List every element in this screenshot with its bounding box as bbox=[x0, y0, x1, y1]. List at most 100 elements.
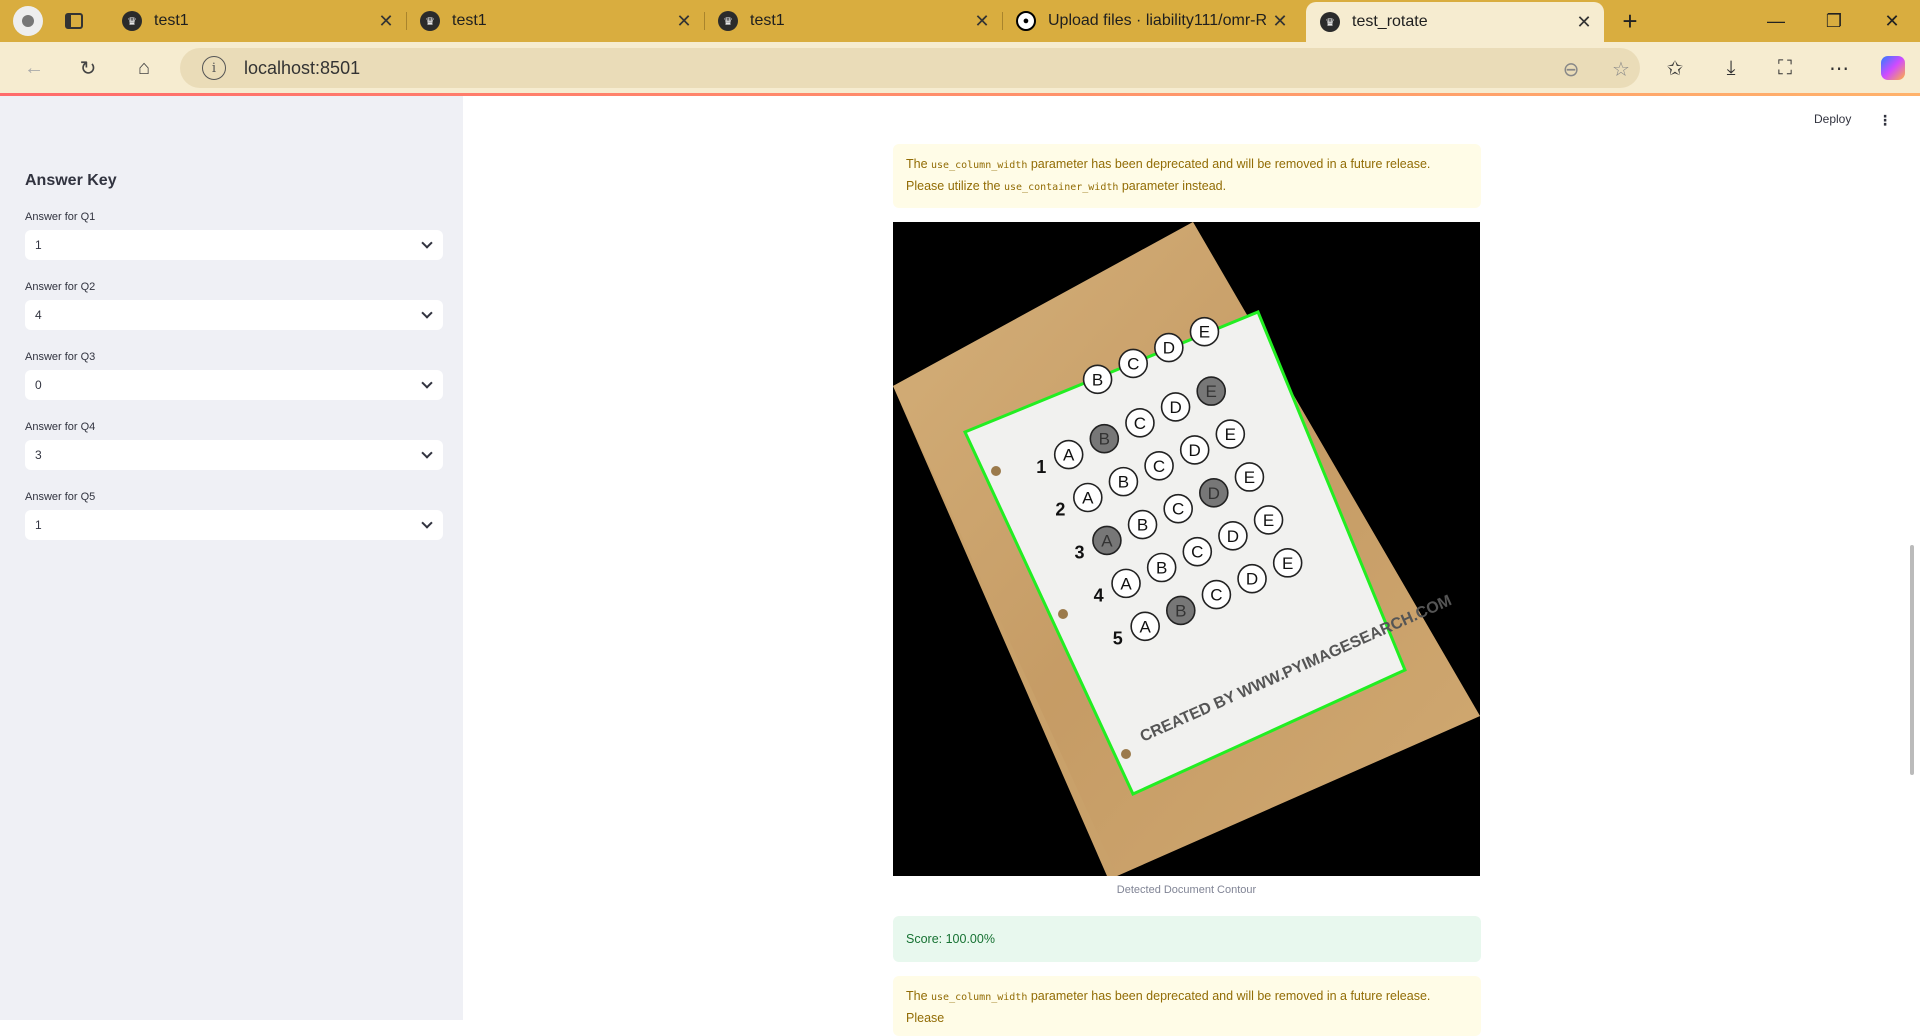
github-icon: ● bbox=[1016, 11, 1036, 31]
warning-text: The bbox=[906, 157, 932, 171]
url-text[interactable]: localhost:8501 bbox=[244, 58, 360, 79]
close-icon[interactable]: ✕ bbox=[1570, 12, 1598, 33]
q4-value: 3 bbox=[35, 448, 42, 462]
bubble-letter: C bbox=[1134, 414, 1146, 433]
profile-icon[interactable] bbox=[10, 3, 46, 39]
tab-github-upload[interactable]: ● Upload files · liability111/omr-Rea ✕ bbox=[1002, 0, 1300, 42]
bubble-letter: E bbox=[1199, 323, 1210, 342]
tab-test1-2[interactable]: ♛ test1 ✕ bbox=[406, 0, 704, 42]
q5-select[interactable]: 1 bbox=[25, 510, 443, 540]
tab-test1-1[interactable]: ♛ test1 ✕ bbox=[108, 0, 406, 42]
chevron-down-icon bbox=[421, 307, 433, 319]
downloads-icon[interactable]: ⤓ bbox=[1712, 50, 1750, 86]
q2-label: Answer for Q2 bbox=[25, 281, 96, 293]
scrollbar-thumb[interactable] bbox=[1910, 545, 1914, 775]
bubble-letter: C bbox=[1172, 500, 1184, 519]
zoom-out-icon[interactable]: ⊖ bbox=[1558, 56, 1584, 82]
q3-value: 0 bbox=[35, 378, 42, 392]
q3-label: Answer for Q3 bbox=[25, 351, 96, 363]
address-bar: ← ↻ ⌂ i localhost:8501 ⊖ ☆ ✩ ⤓ ⛶ ⋯ bbox=[0, 42, 1920, 94]
copilot-icon[interactable] bbox=[1874, 50, 1912, 86]
warning-code: use_column_width bbox=[931, 160, 1028, 171]
bubble-letter: E bbox=[1263, 511, 1274, 530]
window-close-button[interactable]: ✕ bbox=[1864, 0, 1920, 42]
bubble-letter: B bbox=[1175, 601, 1186, 620]
bubble-letter: A bbox=[1082, 488, 1094, 507]
tab-title: Upload files · liability111/omr-Rea bbox=[1048, 12, 1266, 29]
chevron-down-icon bbox=[421, 377, 433, 389]
bubble-letter: D bbox=[1169, 398, 1181, 417]
warning-code: use_column_width bbox=[931, 992, 1028, 1003]
site-info-icon[interactable]: i bbox=[202, 56, 226, 80]
q4-select[interactable]: 3 bbox=[25, 440, 443, 470]
restore-button[interactable]: ❐ bbox=[1806, 0, 1862, 42]
tab-actions-icon[interactable] bbox=[56, 3, 92, 39]
minimize-button[interactable]: — bbox=[1748, 0, 1804, 42]
deploy-button[interactable]: Deploy bbox=[1814, 112, 1851, 126]
q1-select[interactable]: 1 bbox=[25, 230, 443, 260]
bubble-letter: D bbox=[1227, 527, 1239, 546]
bubble-letter: D bbox=[1246, 570, 1258, 589]
question-number: 1 bbox=[1036, 457, 1046, 477]
bubble-letter: C bbox=[1191, 543, 1203, 562]
streamlit-crown-icon: ♛ bbox=[122, 11, 142, 31]
bubble-letter: B bbox=[1118, 473, 1129, 492]
score-text: Score: 100.00% bbox=[906, 932, 995, 946]
refresh-icon[interactable]: ↻ bbox=[70, 50, 106, 86]
close-icon[interactable]: ✕ bbox=[1266, 11, 1294, 32]
q3-select[interactable]: 0 bbox=[25, 370, 443, 400]
sidebar: Answer Key Answer for Q1 1 Answer for Q2… bbox=[0, 96, 463, 1020]
bubble-letter: E bbox=[1206, 382, 1217, 401]
close-icon[interactable]: ✕ bbox=[968, 11, 996, 32]
bubble-letter: B bbox=[1092, 370, 1103, 389]
bubble-letter: B bbox=[1156, 559, 1167, 578]
chevron-down-icon bbox=[421, 447, 433, 459]
board-hole bbox=[1058, 609, 1068, 619]
warning-text: parameter instead. bbox=[1118, 179, 1227, 193]
chevron-down-icon bbox=[421, 237, 433, 249]
url-field[interactable]: i localhost:8501 ⊖ ☆ bbox=[180, 48, 1640, 88]
image-caption: Detected Document Contour bbox=[1116, 884, 1257, 896]
deprecation-warning-2: The use_column_width parameter has been … bbox=[893, 976, 1481, 1036]
tab-title: test_rotate bbox=[1352, 13, 1428, 30]
q2-value: 4 bbox=[35, 308, 42, 322]
back-icon[interactable]: ← bbox=[16, 50, 52, 86]
question-number: 5 bbox=[1113, 629, 1123, 649]
tab-bar: ♛ test1 ✕ ♛ test1 ✕ ♛ test1 ✕ ● Upload f… bbox=[0, 0, 1920, 42]
tab-title: test1 bbox=[452, 12, 487, 29]
bubble-letter: A bbox=[1063, 446, 1075, 465]
q1-label: Answer for Q1 bbox=[25, 211, 96, 223]
screenshot-icon[interactable]: ⛶ bbox=[1766, 50, 1804, 86]
contour-image: BCDE1ABCDE2ABCDE3ABCDE4ABCDE5ABCDE CREAT… bbox=[893, 222, 1480, 876]
main-menu-icon[interactable]: ⋮ bbox=[1878, 112, 1892, 129]
tab-test-rotate[interactable]: ♛ test_rotate ✕ bbox=[1306, 2, 1604, 42]
tab-test1-3[interactable]: ♛ test1 ✕ bbox=[704, 0, 1002, 42]
q5-label: Answer for Q5 bbox=[25, 491, 96, 503]
more-icon[interactable]: ⋯ bbox=[1820, 50, 1858, 86]
favorite-star-icon[interactable]: ☆ bbox=[1608, 56, 1634, 82]
home-icon[interactable]: ⌂ bbox=[126, 50, 162, 86]
bubble-letter: C bbox=[1210, 586, 1222, 605]
bubble-letter: A bbox=[1101, 531, 1113, 550]
tab-title: test1 bbox=[750, 12, 785, 29]
q2-select[interactable]: 4 bbox=[25, 300, 443, 330]
warning-text: The bbox=[906, 989, 932, 1003]
bubble-letter: D bbox=[1163, 339, 1175, 358]
question-number: 2 bbox=[1055, 500, 1065, 520]
tab-title: test1 bbox=[154, 12, 189, 29]
question-number: 3 bbox=[1075, 543, 1085, 563]
bubble-letter: B bbox=[1099, 430, 1110, 449]
streamlit-crown-icon: ♛ bbox=[1320, 12, 1340, 32]
deprecation-warning: The use_column_width parameter has been … bbox=[893, 144, 1481, 208]
bubble-letter: E bbox=[1282, 554, 1293, 573]
bubble-letter: A bbox=[1120, 574, 1132, 593]
close-icon[interactable]: ✕ bbox=[372, 11, 400, 32]
board-hole bbox=[991, 466, 1001, 476]
new-tab-button[interactable]: + bbox=[1602, 0, 1658, 42]
q5-value: 1 bbox=[35, 518, 42, 532]
close-icon[interactable]: ✕ bbox=[670, 11, 698, 32]
score-alert: Score: 100.00% bbox=[893, 916, 1481, 962]
bubble-letter: E bbox=[1244, 468, 1255, 487]
bubble-letter: C bbox=[1127, 354, 1139, 373]
favorites-icon[interactable]: ✩ bbox=[1656, 50, 1694, 86]
